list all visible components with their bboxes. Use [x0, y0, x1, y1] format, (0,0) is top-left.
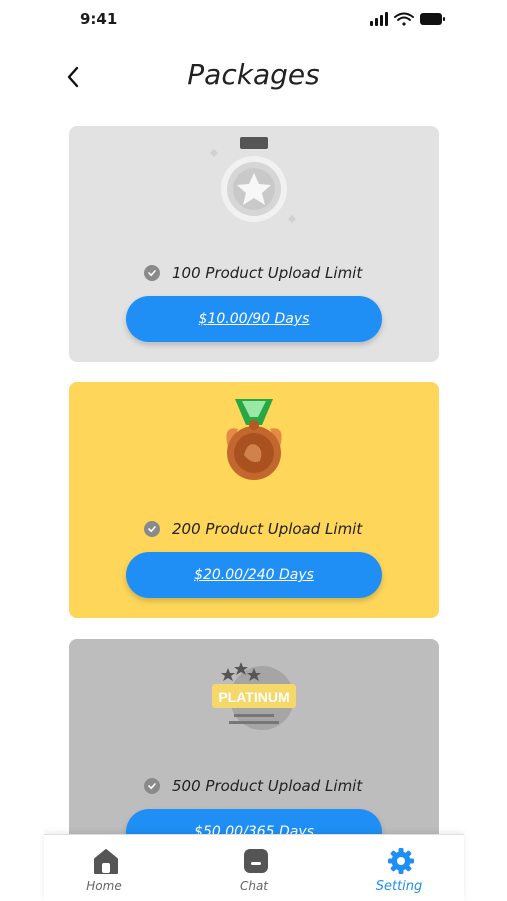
package-card-bronze: 200 Product Upload Limit $20.00/240 Days	[69, 382, 439, 618]
bottom-tab-bar: Home Chat Setting	[44, 834, 464, 901]
check-icon	[144, 778, 160, 794]
tab-label: Home	[86, 879, 122, 893]
silver-medal-icon	[204, 131, 304, 231]
status-time: 9:41	[80, 10, 118, 28]
tab-setting[interactable]: Setting	[344, 835, 454, 901]
buy-package-button[interactable]: $20.00/240 Days	[126, 552, 382, 598]
feature-label: 200 Product Upload Limit	[172, 520, 363, 538]
tab-home[interactable]: Home	[49, 835, 159, 901]
feature-row: 100 Product Upload Limit	[144, 261, 362, 285]
tab-label: Setting	[375, 879, 423, 894]
tab-label: Chat	[239, 879, 269, 893]
platinum-badge-text: PLATINUM	[218, 689, 289, 705]
gear-icon	[388, 848, 414, 874]
package-card-silver: 100 Product Upload Limit $10.00/90 Days	[69, 126, 439, 362]
package-list[interactable]: 100 Product Upload Limit $10.00/90 Days …	[0, 118, 507, 834]
feature-row: 200 Product Upload Limit	[144, 517, 362, 541]
status-bar: 9:41	[0, 0, 507, 40]
platinum-badge-icon: PLATINUM	[204, 644, 304, 744]
buy-package-button[interactable]: $10.00/90 Days	[126, 296, 382, 342]
status-icons	[368, 11, 448, 27]
bronze-medal-icon	[204, 387, 304, 487]
package-card-platinum: PLATINUM 500 Product Upload Limit $50.00…	[69, 639, 439, 834]
buy-package-button[interactable]: $50.00/365 Days	[126, 809, 382, 834]
header: Packages	[0, 50, 507, 104]
check-icon	[144, 265, 160, 281]
page-title: Packages	[187, 58, 320, 91]
wifi-icon	[394, 12, 414, 26]
tab-chat[interactable]: Chat	[199, 835, 309, 901]
feature-label: 500 Product Upload Limit	[172, 777, 363, 795]
check-icon	[144, 521, 160, 537]
home-icon	[94, 849, 118, 874]
cellular-signal-icon	[370, 12, 388, 26]
feature-label: 100 Product Upload Limit	[172, 264, 363, 282]
battery-icon	[420, 13, 445, 25]
chat-icon	[244, 849, 268, 873]
feature-row: 500 Product Upload Limit	[144, 774, 362, 798]
